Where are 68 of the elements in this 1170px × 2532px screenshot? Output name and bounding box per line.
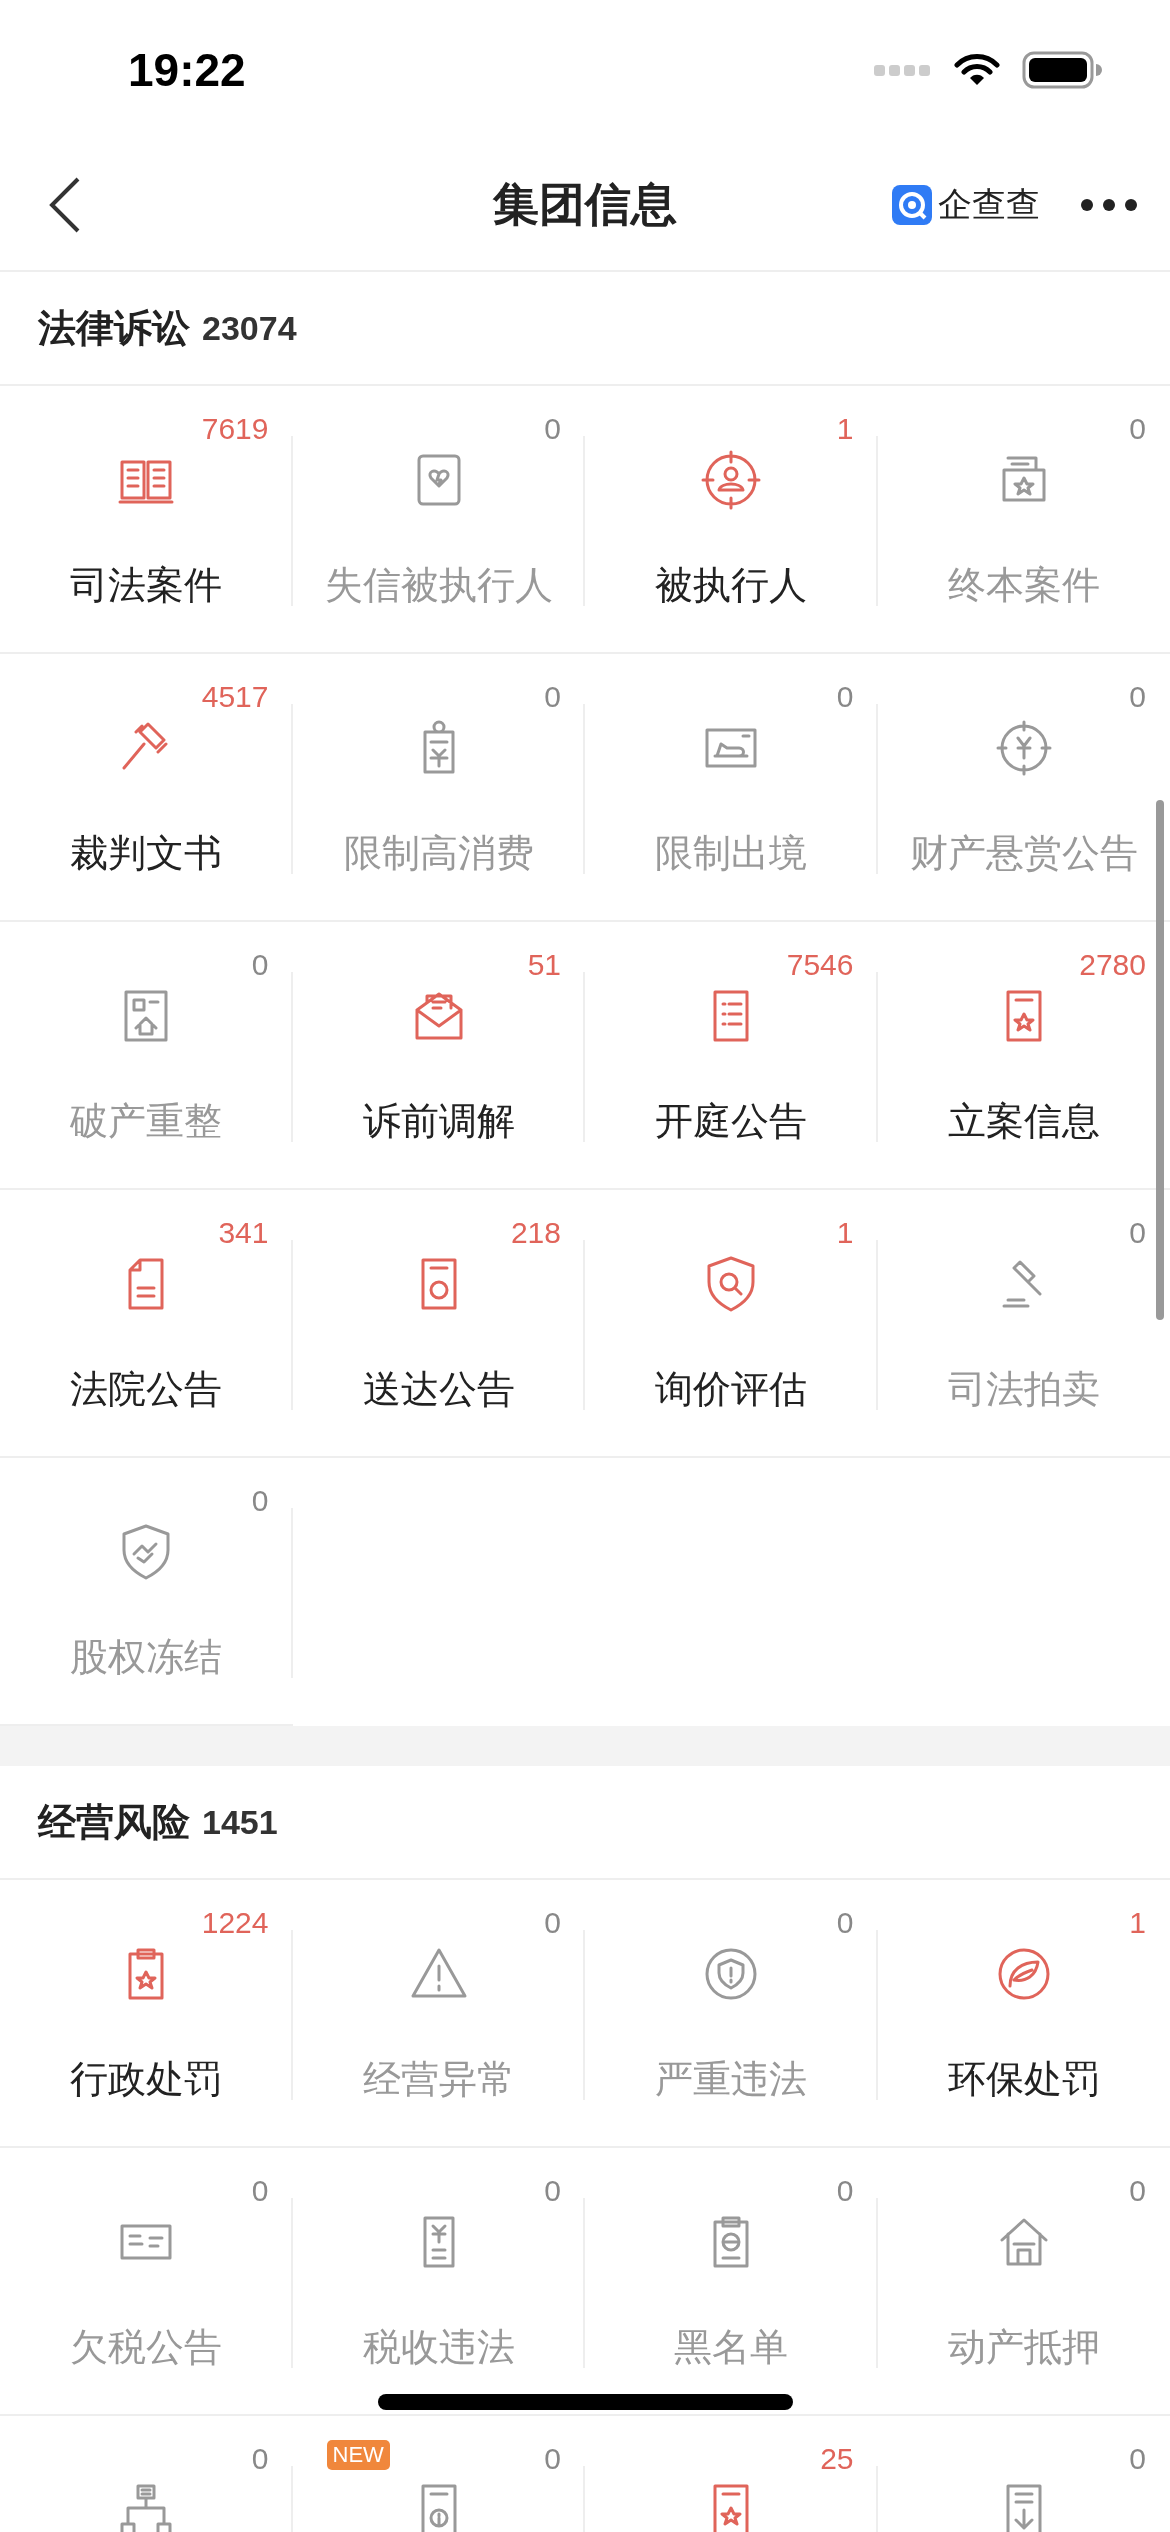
item-count: 25: [820, 2441, 854, 2477]
back-icon[interactable]: [48, 176, 82, 234]
item-count: 1: [836, 411, 854, 447]
category-label[interactable]: 行政处罚: [70, 2054, 223, 2104]
item-count: 1224: [201, 1905, 269, 1941]
item-count: 0: [251, 2441, 269, 2477]
category-label[interactable]: 欠税公告: [70, 2322, 223, 2372]
category-label[interactable]: 失信被执行人: [324, 560, 553, 610]
category-label[interactable]: 股权冻结: [70, 1632, 223, 1682]
item-count: 51: [527, 947, 561, 983]
category-label[interactable]: 严重违法: [655, 2054, 808, 2104]
brand-logo-icon: [892, 185, 932, 225]
category-label[interactable]: 限制高消费: [343, 828, 534, 878]
item-count: 0: [251, 2173, 269, 2209]
item-count: 0: [544, 2173, 561, 2209]
item-count: 2780: [1079, 947, 1146, 983]
category-label[interactable]: 立案信息: [947, 1096, 1100, 1146]
item-count: 0: [836, 2173, 854, 2209]
item-count: 0: [544, 1905, 561, 1941]
category-label[interactable]: 财产悬赏公告: [909, 828, 1138, 878]
category-label[interactable]: 法院公告: [70, 1364, 223, 1414]
signal-icon: [874, 63, 932, 77]
category-label[interactable]: 诉前调解: [362, 1096, 515, 1146]
status-time: 19:22: [128, 43, 246, 97]
category-label[interactable]: 司法案件: [70, 560, 223, 610]
wifi-icon: [954, 53, 1000, 87]
item-count: 0: [1129, 2173, 1146, 2209]
item-count: 0: [1129, 679, 1146, 715]
category-label[interactable]: 税收违法: [362, 2322, 515, 2372]
item-count: 4517: [201, 679, 269, 715]
category-label[interactable]: 送达公告: [362, 1364, 515, 1414]
page-title: 集团信息: [493, 176, 677, 233]
item-count: 0: [544, 679, 561, 715]
item-count: 0: [251, 1483, 269, 1519]
category-label[interactable]: 动产抵押: [947, 2322, 1100, 2372]
section-count: 1451: [202, 1802, 278, 1842]
item-count: 218: [510, 1215, 561, 1251]
category-label[interactable]: 询价评估: [655, 1364, 808, 1414]
category-label[interactable]: 环保处罚: [947, 2054, 1100, 2104]
item-count: 0: [836, 679, 854, 715]
item-count: 0: [1129, 1215, 1146, 1251]
category-label[interactable]: 开庭公告: [655, 1096, 808, 1146]
category-label[interactable]: 终本案件: [947, 560, 1100, 610]
category-label[interactable]: 限制出境: [655, 828, 808, 878]
item-count: 341: [218, 1215, 269, 1251]
battery-icon: [1022, 51, 1102, 89]
brand-name: 企查查: [938, 183, 1040, 226]
category-label[interactable]: 黑名单: [674, 2322, 789, 2372]
item-count: 1: [836, 1215, 854, 1251]
section-count: 23074: [202, 308, 297, 348]
item-count: 0: [544, 411, 561, 447]
item-count: 7546: [786, 947, 854, 983]
more-icon[interactable]: [1080, 198, 1138, 212]
category-label[interactable]: 被执行人: [655, 560, 808, 610]
category-label[interactable]: 裁判文书: [70, 828, 223, 878]
item-count: 0: [1129, 411, 1146, 447]
item-count: 0: [544, 2441, 561, 2477]
item-count: 0: [836, 1905, 854, 1941]
item-count: 7619: [201, 411, 269, 447]
item-count: 0: [251, 947, 269, 983]
new-badge: NEW: [326, 2440, 390, 2470]
item-count: 1: [1129, 1905, 1146, 1941]
category-label[interactable]: 司法拍卖: [947, 1364, 1100, 1414]
item-count: 0: [1129, 2441, 1146, 2477]
section-title: 经营风险: [38, 1798, 190, 1846]
section-title: 法律诉讼: [38, 304, 190, 352]
category-label[interactable]: 经营异常: [362, 2054, 515, 2104]
category-label[interactable]: 破产重整: [70, 1096, 223, 1146]
